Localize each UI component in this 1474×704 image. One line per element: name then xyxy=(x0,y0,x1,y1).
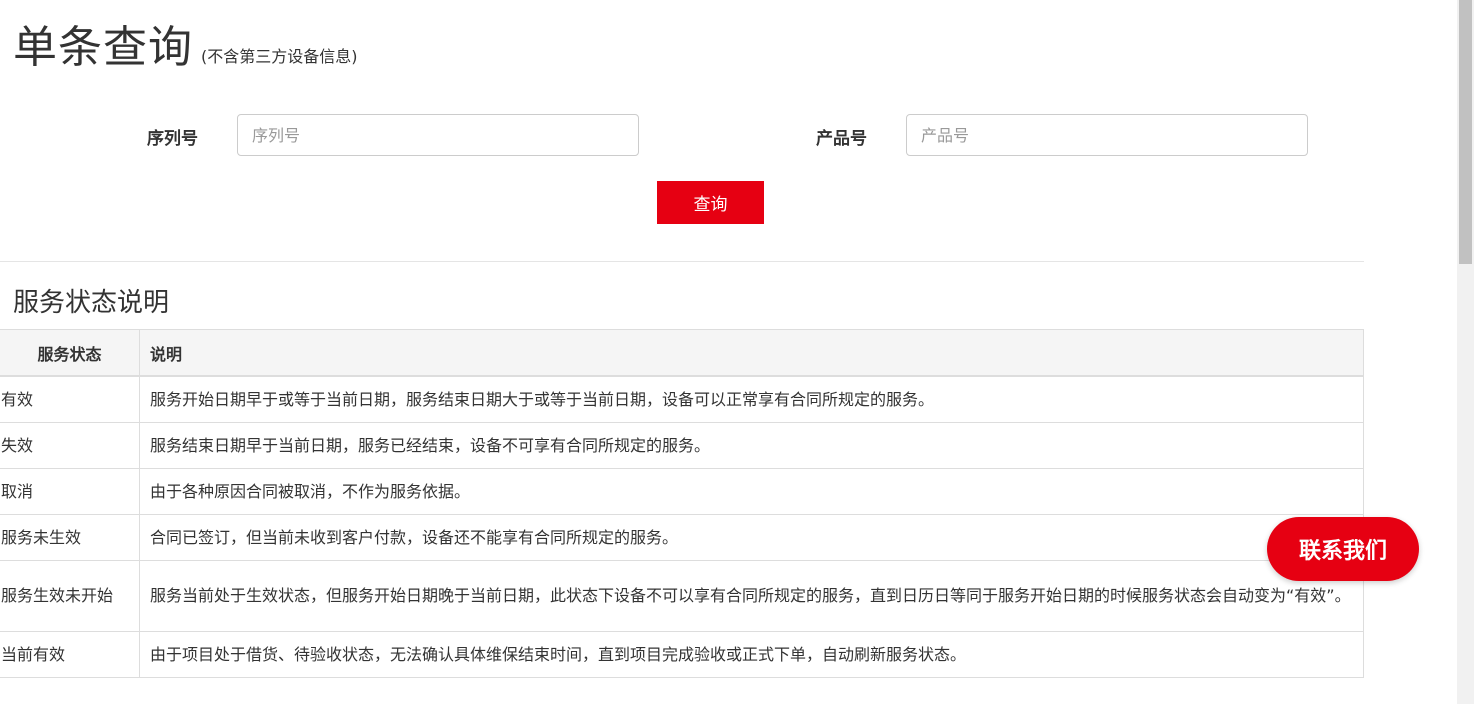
status-table: 服务状态 说明 有效 服务开始日期早于或等于当前日期，服务结束日期大于或等于当前… xyxy=(0,329,1364,678)
page-header: 单条查询 (不含第三方设备信息) xyxy=(13,22,358,74)
query-button[interactable]: 查询 xyxy=(657,181,764,224)
status-cell: 服务生效未开始 xyxy=(0,560,140,632)
description-cell: 服务开始日期早于或等于当前日期，服务结束日期大于或等于当前日期，设备可以正常享有… xyxy=(139,375,1364,423)
description-cell: 服务当前处于生效状态，但服务开始日期晚于当前日期，此状态下设备不可以享有合同所规… xyxy=(139,560,1364,632)
product-label: 产品号 xyxy=(816,129,867,149)
description-cell: 由于各种原因合同被取消，不作为服务依据。 xyxy=(139,468,1364,515)
page-title: 单条查询 xyxy=(13,22,193,73)
table-row: 服务未生效 合同已签订，但当前未收到客户付款，设备还不能享有合同所规定的服务。 xyxy=(0,514,1364,561)
serial-label: 序列号 xyxy=(147,129,198,149)
table-row: 当前有效 由于项目处于借货、待验收状态，无法确认具体维保结束时间，直到项目完成验… xyxy=(0,631,1364,678)
description-cell: 合同已签订，但当前未收到客户付款，设备还不能享有合同所规定的服务。 xyxy=(139,514,1364,561)
column-header-description: 说明 xyxy=(139,329,1364,377)
contact-us-button[interactable]: 联系我们 xyxy=(1267,517,1419,581)
description-cell: 由于项目处于借货、待验收状态，无法确认具体维保结束时间，直到项目完成验收或正式下… xyxy=(139,631,1364,678)
page: 单条查询 (不含第三方设备信息) 序列号 产品号 查询 服务状态说明 服务状态 … xyxy=(0,0,1474,704)
table-row: 有效 服务开始日期早于或等于当前日期，服务结束日期大于或等于当前日期，设备可以正… xyxy=(0,375,1364,423)
status-cell: 服务未生效 xyxy=(0,514,140,561)
column-header-status: 服务状态 xyxy=(0,329,140,377)
divider xyxy=(0,261,1364,262)
table-row: 取消 由于各种原因合同被取消，不作为服务依据。 xyxy=(0,468,1364,515)
vertical-scrollbar[interactable] xyxy=(1457,0,1474,704)
table-row: 服务生效未开始 服务当前处于生效状态，但服务开始日期晚于当前日期，此状态下设备不… xyxy=(0,560,1364,632)
product-input[interactable] xyxy=(906,114,1308,156)
description-cell: 服务结束日期早于当前日期，服务已经结束，设备不可享有合同所规定的服务。 xyxy=(139,422,1364,469)
status-cell: 失效 xyxy=(0,422,140,469)
serial-input[interactable] xyxy=(237,114,639,156)
status-cell: 有效 xyxy=(0,375,140,423)
table-header-row: 服务状态 说明 xyxy=(0,329,1364,377)
scrollbar-thumb[interactable] xyxy=(1459,0,1472,264)
status-cell: 取消 xyxy=(0,468,140,515)
table-row: 失效 服务结束日期早于当前日期，服务已经结束，设备不可享有合同所规定的服务。 xyxy=(0,422,1364,469)
status-cell: 当前有效 xyxy=(0,631,140,678)
status-section-title: 服务状态说明 xyxy=(13,288,170,318)
page-subtitle: (不含第三方设备信息) xyxy=(201,47,358,66)
